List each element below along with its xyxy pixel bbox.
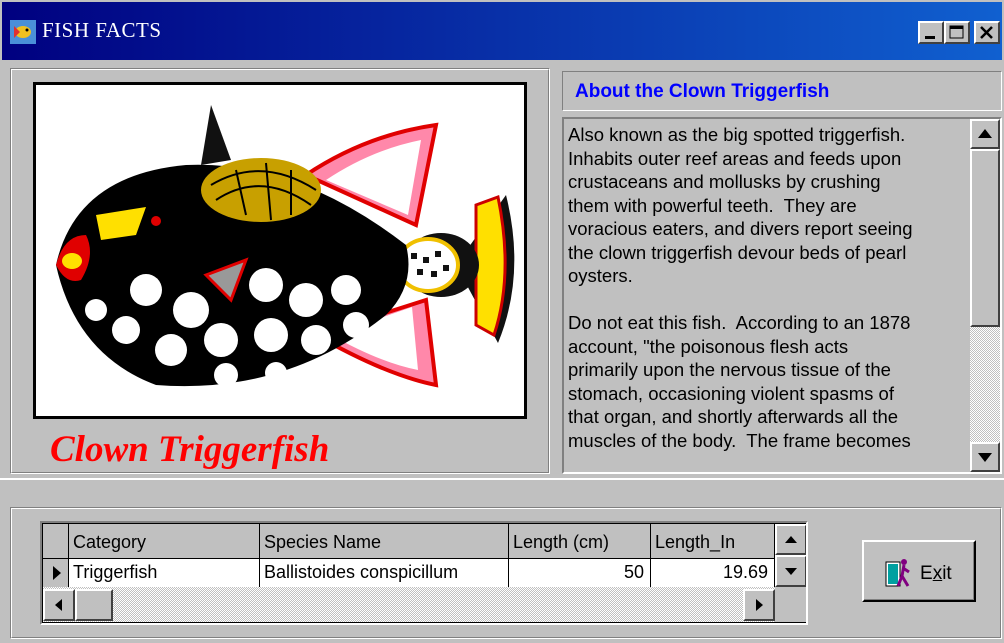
fish-facts-window: FISH FACTS Clown Triggerfish About the C… xyxy=(0,0,1004,643)
column-header-length-in[interactable]: Length_In xyxy=(651,524,775,559)
scroll-up-button[interactable] xyxy=(970,119,1000,149)
clown-triggerfish-illustration xyxy=(56,105,515,388)
scroll-down-button[interactable] xyxy=(970,442,1000,472)
grid-horizontal-scrollbar[interactable] xyxy=(43,587,775,622)
fish-data-grid[interactable]: Category Species Name Length (cm) Length… xyxy=(40,521,808,625)
fish-picture-frame xyxy=(33,82,527,419)
close-button[interactable] xyxy=(974,21,1000,44)
current-row-arrow-icon xyxy=(53,566,61,580)
exit-button[interactable]: Exit xyxy=(862,540,976,602)
row-selector[interactable] xyxy=(43,559,69,587)
column-header-category[interactable]: Category xyxy=(69,524,260,559)
about-title: About the Clown Triggerfish xyxy=(575,81,830,102)
cell-length-in[interactable]: 19.69 xyxy=(651,559,775,587)
minimize-button[interactable] xyxy=(918,21,944,44)
title-bar[interactable]: FISH FACTS xyxy=(2,2,1002,60)
fish-app-icon xyxy=(10,20,36,44)
arrow-up-icon xyxy=(785,536,797,543)
description-textbox[interactable]: Also known as the big spotted triggerfis… xyxy=(562,117,1002,474)
arrow-down-icon xyxy=(978,453,992,462)
cell-category[interactable]: Triggerfish xyxy=(69,559,260,587)
grid-scroll-down-button[interactable] xyxy=(775,555,806,587)
close-icon xyxy=(980,26,993,39)
arrow-left-icon xyxy=(55,599,62,611)
description-text: Also known as the big spotted triggerfis… xyxy=(568,124,913,451)
scroll-corner xyxy=(775,587,806,622)
description-vertical-scrollbar[interactable] xyxy=(970,119,1000,472)
grid-corner xyxy=(43,524,69,559)
grid-vertical-scrollbar[interactable] xyxy=(775,524,806,587)
column-header-length-cm[interactable]: Length (cm) xyxy=(509,524,651,559)
scroll-thumb[interactable] xyxy=(970,149,1000,327)
arrow-right-icon xyxy=(756,599,763,611)
column-header-species-name[interactable]: Species Name xyxy=(260,524,509,559)
grid-horizontal-thumb[interactable] xyxy=(75,589,113,621)
exit-door-icon xyxy=(885,559,910,587)
grid-scroll-up-button[interactable] xyxy=(775,524,806,555)
grid-scroll-right-button[interactable] xyxy=(743,589,775,621)
arrow-down-icon xyxy=(785,568,797,575)
grid-scroll-left-button[interactable] xyxy=(43,589,75,621)
window-title: FISH FACTS xyxy=(42,18,162,42)
cell-length-cm[interactable]: 50 xyxy=(509,559,651,587)
maximize-button[interactable] xyxy=(944,21,970,44)
species-name-caption: Clown Triggerfish xyxy=(50,429,330,470)
cell-species-name[interactable]: Ballistoides conspicillum xyxy=(260,559,509,587)
arrow-up-icon xyxy=(978,129,992,138)
maximize-icon xyxy=(949,25,964,39)
about-header-box: About the Clown Triggerfish xyxy=(562,71,1002,111)
minimize-icon xyxy=(925,36,935,39)
exit-button-label: Exit xyxy=(920,563,952,584)
